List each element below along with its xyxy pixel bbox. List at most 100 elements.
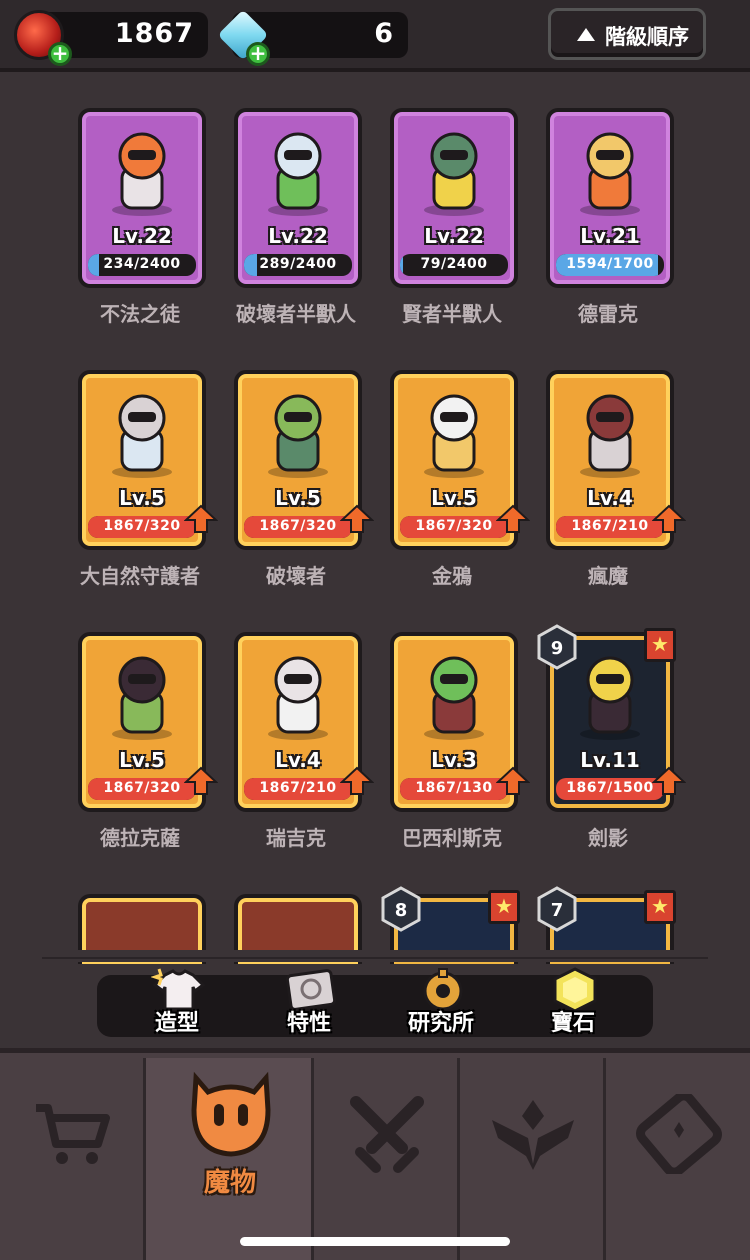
monster-name: 劍影 xyxy=(588,826,628,850)
monster-portrait xyxy=(424,656,484,740)
monster-name: 不法之徒 xyxy=(100,302,180,326)
top-bar: + 1867 + 6 階級順序 xyxy=(0,0,750,72)
rank-badge: 9 xyxy=(537,624,577,670)
nav-tab-battle[interactable] xyxy=(314,1058,460,1260)
sub-tab-label: 特性 xyxy=(286,1011,331,1036)
nav-tab-monster[interactable]: 魔物 xyxy=(146,1058,314,1260)
card-progress-bar: 1867/320 xyxy=(88,778,196,800)
nav-tab-label: 魔物 xyxy=(203,1168,256,1198)
card-progress-text: 1867/210 xyxy=(259,780,337,796)
monster-name: 破壞者 xyxy=(266,564,326,588)
svg-text:9: 9 xyxy=(551,638,564,659)
crossed-swords-icon xyxy=(350,1096,424,1173)
card-progress-bar: 79/2400 xyxy=(400,254,508,276)
sort-up-icon xyxy=(577,28,595,41)
monster-name: 瑞吉克 xyxy=(266,826,326,850)
star-icon: ★ xyxy=(488,890,520,924)
sub-tab-bar: 造型 特性 研究所 寶石 xyxy=(97,967,653,1037)
card-progress-text: 1594/1700 xyxy=(566,256,654,272)
monster-portrait xyxy=(580,394,640,478)
red-gem-amount: 1867 xyxy=(114,18,194,49)
monster-portrait xyxy=(112,394,172,478)
upgrade-arrow-icon xyxy=(184,766,218,795)
card-progress-text: 1867/320 xyxy=(259,518,337,534)
svg-text:8: 8 xyxy=(395,900,408,921)
nav-tab-shop[interactable] xyxy=(0,1058,146,1260)
rank-badge: 7 xyxy=(537,886,577,932)
upgrade-arrow-icon xyxy=(496,766,530,795)
card-progress-bar: 1594/1700 xyxy=(556,254,664,276)
card-progress-bar: 289/2400 xyxy=(244,254,352,276)
monster-name: 賢者半獸人 xyxy=(402,302,502,326)
upgrade-arrow-icon xyxy=(184,504,218,533)
monster-name: 瘋魔 xyxy=(588,564,628,588)
upgrade-arrow-icon xyxy=(652,766,686,795)
card-progress-bar: 1867/130 xyxy=(400,778,508,800)
monster-level: Lv.22 xyxy=(424,224,484,248)
card-progress-text: 1867/210 xyxy=(571,518,649,534)
monster-portrait xyxy=(424,132,484,216)
sub-tab-label: 研究所 xyxy=(407,1011,474,1036)
sub-tab-traits[interactable]: 特性 xyxy=(249,969,369,1037)
upgrade-arrow-icon xyxy=(496,504,530,533)
crystal-counter: + 6 xyxy=(217,9,408,66)
monster-portrait xyxy=(580,132,640,216)
card-progress-text: 1867/320 xyxy=(415,518,493,534)
card-progress-bar: 1867/210 xyxy=(244,778,352,800)
upgrade-arrow-icon xyxy=(340,766,374,795)
card-progress-text: 234/2400 xyxy=(103,256,181,272)
monster-name: 破壞者半獸人 xyxy=(236,302,356,326)
monster-card[interactable]: Lv.21 1594/1700 xyxy=(546,108,674,288)
monster-card[interactable]: Lv.22 289/2400 xyxy=(234,108,362,288)
card-progress-bar: 234/2400 xyxy=(88,254,196,276)
upgrade-arrow-icon xyxy=(652,504,686,533)
card-progress-bar: 1867/210 xyxy=(556,516,664,538)
sort-by-rank-button[interactable]: 階級順序 xyxy=(548,8,706,60)
home-indicator xyxy=(240,1237,510,1246)
monster-portrait xyxy=(268,394,328,478)
sub-tab-label: 造型 xyxy=(154,1011,199,1036)
sub-tab-skin[interactable]: 造型 xyxy=(117,968,237,1037)
card-progress-bar: 1867/320 xyxy=(88,516,196,538)
monster-name: 德拉克薩 xyxy=(100,826,180,850)
nav-tab-pass[interactable] xyxy=(606,1058,750,1260)
card-progress-text: 1867/130 xyxy=(415,780,493,796)
card-progress-text: 1867/1500 xyxy=(566,780,654,796)
monster-level: Lv.22 xyxy=(112,224,172,248)
rank-badge: 8 xyxy=(381,886,421,932)
sub-tab-gems[interactable]: 寶石 xyxy=(513,967,633,1037)
monster-name: 金鴉 xyxy=(432,564,472,588)
monster-card[interactable]: Lv.22 234/2400 xyxy=(78,108,206,288)
card-progress-text: 1867/320 xyxy=(103,518,181,534)
add-crystal-button[interactable]: + xyxy=(246,42,270,66)
card-progress-text: 289/2400 xyxy=(259,256,337,272)
add-red-gem-button[interactable]: + xyxy=(48,42,72,66)
bottom-nav: 魔物 xyxy=(0,1048,750,1260)
monster-name: 巴西利斯克 xyxy=(402,826,502,850)
star-icon: ★ xyxy=(644,628,676,662)
rank-wings-icon xyxy=(492,1100,574,1170)
monster-portrait xyxy=(424,394,484,478)
cart-icon xyxy=(36,1104,110,1164)
card-progress-text: 1867/320 xyxy=(103,780,181,796)
monster-face-icon xyxy=(191,1071,271,1157)
sort-label: 階級順序 xyxy=(605,25,689,49)
monster-portrait xyxy=(112,656,172,740)
monster-portrait xyxy=(112,132,172,216)
monster-level: Lv.22 xyxy=(268,224,328,248)
monster-portrait xyxy=(268,132,328,216)
monster-level: Lv.21 xyxy=(580,224,640,248)
svg-text:7: 7 xyxy=(551,900,564,921)
ticket-icon xyxy=(636,1094,722,1174)
monster-name: 德雷克 xyxy=(578,302,638,326)
card-progress-bar: 1867/1500 xyxy=(556,778,664,800)
grid-fade xyxy=(0,950,750,962)
card-progress-bar: 1867/320 xyxy=(244,516,352,538)
monster-card[interactable]: Lv.22 79/2400 xyxy=(390,108,518,288)
nav-tab-rank[interactable] xyxy=(460,1058,606,1260)
upgrade-arrow-icon xyxy=(340,504,374,533)
card-progress-bar: 1867/320 xyxy=(400,516,508,538)
sub-tab-lab[interactable]: 研究所 xyxy=(381,968,501,1037)
red-gem-counter: + 1867 xyxy=(14,10,208,66)
crystal-amount: 6 xyxy=(374,18,394,49)
